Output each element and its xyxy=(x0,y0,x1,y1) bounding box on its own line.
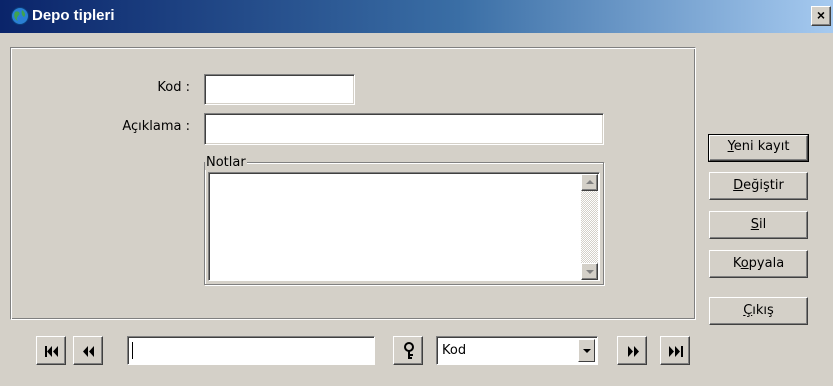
scroll-down-button[interactable] xyxy=(581,263,598,280)
notlar-groupbox: Notlar xyxy=(204,155,604,285)
last-record-icon xyxy=(669,346,683,357)
next-record-icon xyxy=(628,346,639,357)
last-record-button[interactable] xyxy=(660,336,690,365)
exit-button[interactable]: Çıkış xyxy=(709,297,808,325)
new-record-button[interactable]: Yeni kayıt xyxy=(708,134,809,162)
aciklama-input[interactable] xyxy=(204,113,604,145)
previous-record-icon xyxy=(83,346,94,357)
notlar-textarea[interactable] xyxy=(208,172,600,281)
sort-field-select[interactable]: Kod xyxy=(436,336,598,365)
first-record-button[interactable] xyxy=(36,336,66,365)
sort-field-dropdown-button[interactable] xyxy=(578,339,595,362)
title-bar: Depo tipleri × xyxy=(0,0,833,33)
search-input[interactable] xyxy=(127,336,375,365)
window-title: Depo tipleri xyxy=(32,7,115,24)
first-record-icon xyxy=(45,346,58,357)
delete-button[interactable]: Sil xyxy=(709,211,808,239)
notlar-scrollbar[interactable] xyxy=(581,174,598,280)
text-caret xyxy=(132,342,133,359)
close-icon: × xyxy=(816,7,826,23)
globe-icon xyxy=(11,7,29,25)
kod-input[interactable] xyxy=(204,74,355,105)
notlar-label: Notlar xyxy=(205,155,247,170)
close-button[interactable]: × xyxy=(811,6,831,26)
copy-button[interactable]: Kopyala xyxy=(709,250,808,278)
scroll-up-button[interactable] xyxy=(581,174,598,191)
arrow-up-icon xyxy=(586,180,594,184)
kod-label: Kod : xyxy=(157,80,190,95)
arrow-down-icon xyxy=(586,270,594,274)
edit-button[interactable]: Değiştir xyxy=(709,172,808,200)
next-record-button[interactable] xyxy=(617,336,647,365)
search-key-icon xyxy=(404,342,414,359)
search-key-button[interactable] xyxy=(393,336,423,365)
aciklama-label: Açıklama : xyxy=(122,119,190,134)
previous-record-button[interactable] xyxy=(73,336,103,365)
chevron-down-icon xyxy=(583,349,591,353)
